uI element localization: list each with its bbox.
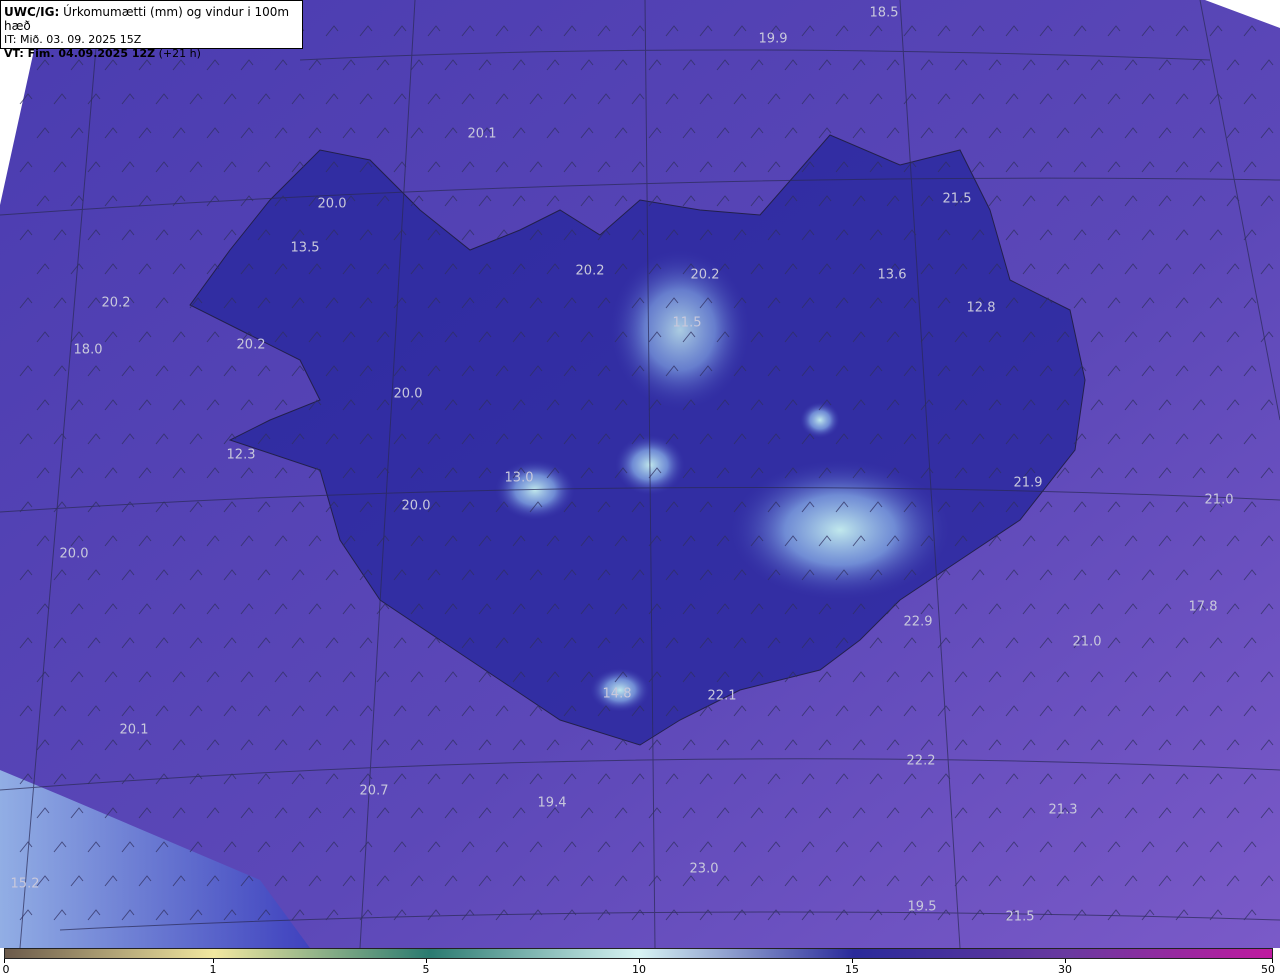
forecast-offset: (+21 h): [158, 47, 201, 60]
info-header: UWC/IG: Úrkomumætti (mm) og vindur i 100…: [0, 0, 303, 60]
value-label: 18.0: [73, 342, 103, 358]
colorbar-tick-label: 15: [845, 963, 859, 976]
value-label: 20.0: [317, 196, 347, 212]
value-label: 21.0: [1204, 492, 1234, 508]
colorbar-tick-label: 30: [1058, 963, 1072, 976]
colorbar-tick-label: 1: [209, 963, 217, 976]
precip-patch: [800, 402, 840, 438]
value-label: 12.3: [226, 447, 256, 463]
value-label: 11.5: [672, 315, 702, 331]
value-label: 20.0: [393, 386, 423, 402]
value-label: 20.0: [59, 546, 89, 562]
source-prefix: UWC/IG:: [4, 5, 60, 19]
colorbar-tick-label: 0: [2, 963, 10, 976]
value-label: 21.9: [1013, 475, 1043, 491]
colorbar-tick-label: 10: [632, 963, 646, 976]
colorbar-strip: [4, 948, 1273, 959]
value-label: 20.2: [236, 337, 266, 353]
value-label: 20.7: [359, 783, 389, 799]
value-label: 19.5: [907, 899, 937, 915]
value-label: 20.2: [101, 295, 131, 311]
issue-time: IT: Mið. 03. 09. 2025 15Z: [4, 33, 142, 46]
value-label: 13.6: [877, 267, 907, 283]
value-label: 17.8: [1188, 599, 1218, 615]
colorbar-tick-label: 50: [1261, 963, 1275, 976]
value-label: 19.4: [537, 795, 567, 811]
colorbar: 0 1 5 10 15 30 50: [0, 948, 1280, 978]
value-label: 13.5: [290, 240, 320, 256]
value-label: 18.5: [869, 5, 899, 21]
valid-time: VT: Fim. 04.09.2025 12Z: [4, 47, 156, 60]
value-label: 14.8: [602, 686, 632, 702]
value-label: 22.1: [707, 688, 737, 704]
value-label: 20.0: [401, 498, 431, 514]
value-label: 20.1: [119, 722, 149, 738]
value-label: 21.5: [942, 191, 972, 207]
colorbar-tick-label: 5: [422, 963, 430, 976]
value-label: 23.0: [689, 861, 719, 877]
value-label: 21.5: [1005, 909, 1035, 925]
value-label: 13.0: [504, 470, 534, 486]
value-label: 22.2: [906, 753, 936, 769]
value-label: 20.2: [690, 267, 720, 283]
value-label: 12.8: [966, 300, 996, 316]
precip-max-vatnajokull: [730, 460, 950, 600]
value-label: 22.9: [903, 614, 933, 630]
value-label: 21.3: [1048, 802, 1078, 818]
value-label: 21.0: [1072, 634, 1102, 650]
value-label: 19.9: [758, 31, 788, 47]
value-label: 15.2: [10, 876, 40, 892]
value-label: 20.1: [467, 126, 497, 142]
value-label: 20.2: [575, 263, 605, 279]
map-canvas: 18.5 19.9 20.1 20.0 13.5 20.2 18.0 20.2 …: [0, 0, 1280, 948]
map-graphic: [0, 0, 1280, 948]
